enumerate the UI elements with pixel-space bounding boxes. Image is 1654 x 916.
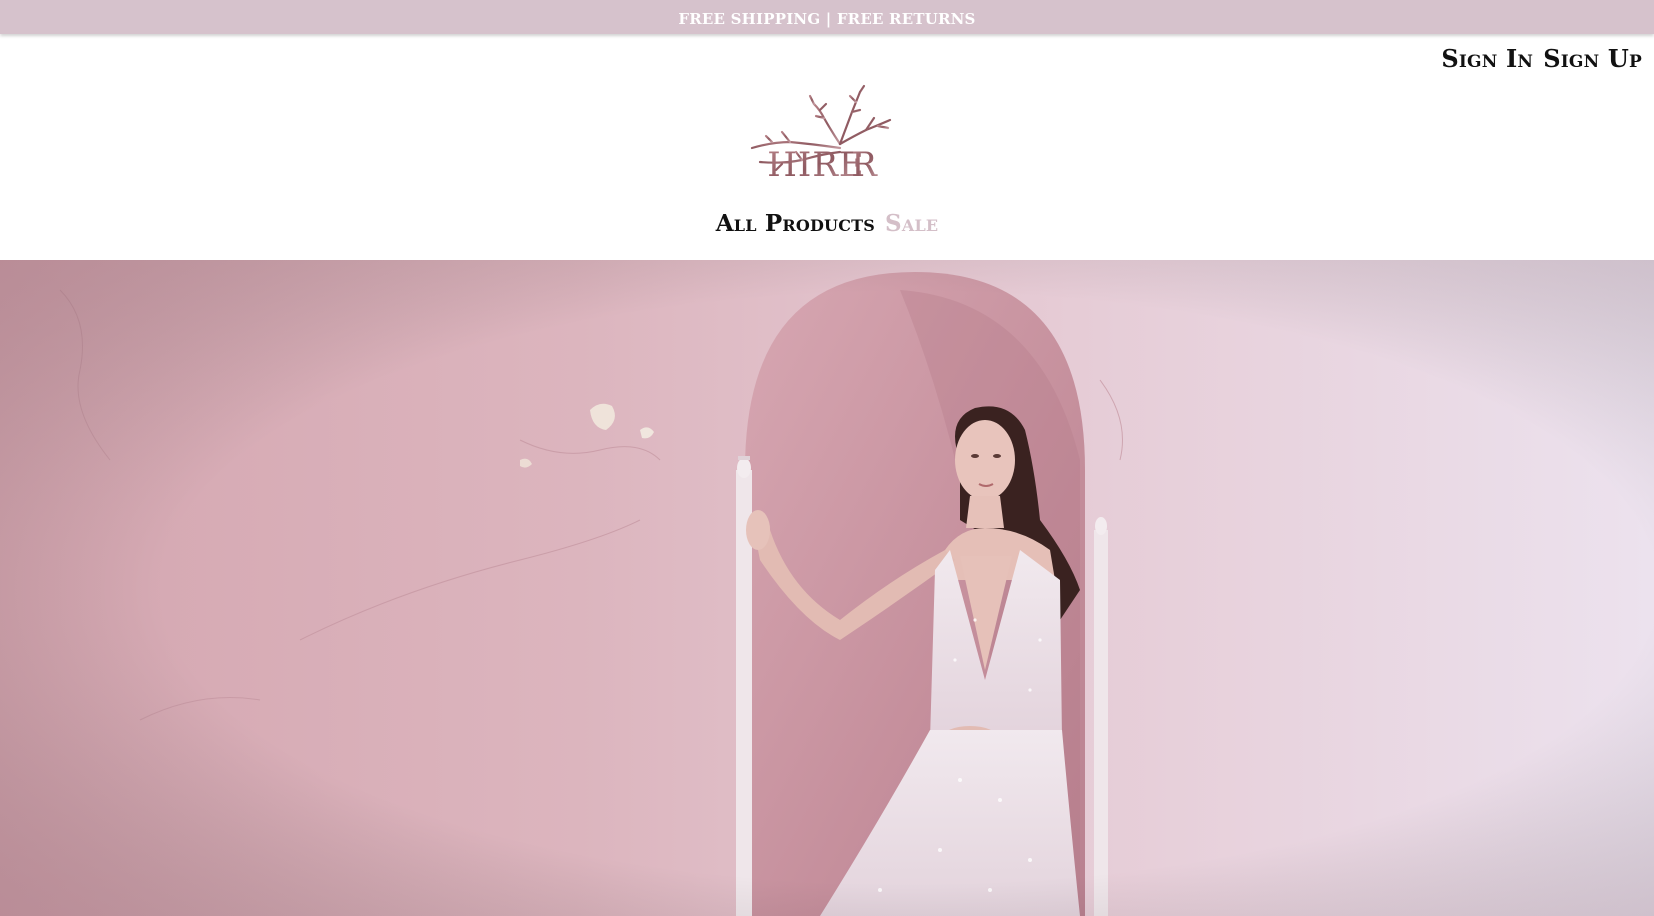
nav-sale[interactable]: Sale (885, 210, 938, 237)
tree-logo-icon: HIRE R (750, 84, 892, 185)
site-header: Sign In Sign Up HIRE R All Products Sale (0, 34, 1654, 260)
announcement-bar: FREE SHIPPING | FREE RETURNS (0, 0, 1654, 34)
hero-banner (0, 260, 1654, 916)
sign-in-link[interactable]: Sign In (1441, 44, 1533, 73)
announcement-text: FREE SHIPPING | FREE RETURNS (678, 10, 976, 28)
nav-all-products[interactable]: All Products (716, 210, 875, 237)
sign-up-link[interactable]: Sign Up (1543, 44, 1642, 73)
main-nav: All Products Sale (0, 210, 1654, 237)
site-logo[interactable]: HIRE R (742, 82, 902, 192)
account-links: Sign In Sign Up (1441, 44, 1642, 73)
svg-text:HIRE: HIRE (767, 145, 865, 185)
hero-image (0, 260, 1654, 916)
svg-text:R: R (851, 145, 878, 185)
